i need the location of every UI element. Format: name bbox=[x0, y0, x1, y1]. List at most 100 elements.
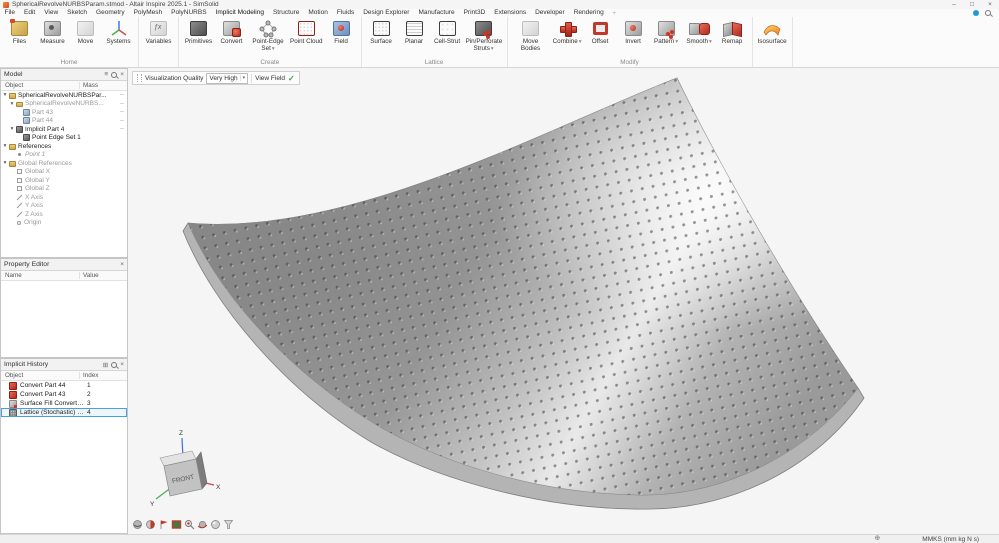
tree-row[interactable]: X Axis bbox=[1, 193, 127, 202]
search-icon[interactable] bbox=[985, 10, 991, 16]
orbit-icon[interactable] bbox=[197, 519, 208, 530]
close-icon[interactable]: × bbox=[120, 261, 124, 268]
axis-icon bbox=[17, 211, 23, 217]
ribbon-group-create: Primitives Convert bbox=[179, 17, 362, 67]
tree-row[interactable]: Z Axis bbox=[1, 210, 127, 219]
planar-lattice-icon bbox=[406, 21, 423, 36]
search-icon[interactable] bbox=[111, 362, 117, 368]
plane-checkbox-icon[interactable] bbox=[17, 169, 22, 174]
tree-row[interactable]: Global Y bbox=[1, 176, 127, 185]
menu-rendering[interactable]: Rendering bbox=[569, 9, 608, 17]
tree-row[interactable]: Point 1 bbox=[1, 151, 127, 160]
ribbon-measure-button[interactable]: Measure bbox=[36, 18, 69, 58]
model-3d-view[interactable] bbox=[128, 68, 999, 534]
menu-extensions[interactable]: Extensions bbox=[490, 9, 531, 17]
tree-row[interactable]: Global Z bbox=[1, 185, 127, 194]
menu-design-explorer[interactable]: Design Explorer bbox=[359, 9, 414, 17]
shaded-sphere-icon[interactable] bbox=[210, 519, 221, 530]
expander-icon[interactable]: ▾ bbox=[2, 160, 8, 166]
drag-handle[interactable] bbox=[137, 74, 142, 82]
tree-row[interactable]: ▾ References bbox=[1, 142, 127, 151]
ribbon-field-button[interactable]: Field bbox=[325, 18, 358, 58]
magnifier-icon[interactable] bbox=[184, 519, 195, 530]
tree-row[interactable]: Point Edge Set 1 bbox=[1, 134, 127, 143]
menu-geometry[interactable]: Geometry bbox=[92, 9, 130, 17]
ribbon-move-button[interactable]: Move bbox=[69, 18, 102, 58]
ribbon-point-cloud-button[interactable]: Point Cloud bbox=[288, 18, 325, 58]
expander-icon[interactable]: ▾ bbox=[2, 92, 8, 98]
ribbon-files-button[interactable]: Files bbox=[3, 18, 36, 58]
account-icon[interactable] bbox=[973, 10, 979, 16]
ribbon-pin-perforate-struts-button[interactable]: Pin/Perforate Struts▾ bbox=[464, 18, 504, 58]
unit-system[interactable]: MMKS (mm kg N s) bbox=[922, 536, 979, 543]
menu-motion[interactable]: Motion bbox=[304, 9, 333, 17]
ribbon-convert-button[interactable]: Convert bbox=[215, 18, 248, 58]
expander-icon[interactable]: ▾ bbox=[9, 101, 15, 107]
close-icon[interactable]: × bbox=[120, 71, 124, 78]
3d-viewport[interactable]: Visualization Quality Very High ▾ View F… bbox=[128, 68, 999, 534]
ribbon-smooth-button[interactable]: Smooth▾ bbox=[683, 18, 716, 58]
ribbon-variables-button[interactable]: Variables bbox=[142, 18, 175, 58]
maximize-button[interactable]: □ bbox=[963, 0, 981, 9]
ribbon-primitives-button[interactable]: Primitives bbox=[182, 18, 215, 58]
tree-row[interactable]: ▾ Global References bbox=[1, 159, 127, 168]
search-icon[interactable] bbox=[111, 72, 117, 78]
expander-icon[interactable]: ▾ bbox=[9, 126, 15, 132]
close-icon[interactable]: × bbox=[120, 361, 124, 368]
tree-row[interactable]: Part 43 -- bbox=[1, 108, 127, 117]
add-tab-icon[interactable]: + bbox=[608, 10, 620, 17]
minimize-button[interactable]: – bbox=[945, 0, 963, 9]
history-row[interactable]: Surface Fill Converted Part 44 3 bbox=[1, 399, 127, 408]
history-row[interactable]: Convert Part 44 1 bbox=[1, 381, 127, 390]
menu-file[interactable]: File bbox=[0, 9, 19, 17]
lattice-icon bbox=[9, 409, 17, 417]
ribbon-planar-button[interactable]: Planar bbox=[398, 18, 431, 58]
menu-view[interactable]: View bbox=[40, 9, 63, 17]
half-red-sphere-icon[interactable] bbox=[145, 519, 156, 530]
plane-checkbox-icon[interactable] bbox=[17, 178, 22, 183]
ribbon-cell-strut-button[interactable]: Cell-Strut bbox=[431, 18, 464, 58]
red-flag-icon[interactable] bbox=[158, 519, 169, 530]
ribbon-offset-button[interactable]: Offset bbox=[584, 18, 617, 58]
red-box-icon[interactable] bbox=[171, 519, 182, 530]
tree-row[interactable]: Origin bbox=[1, 219, 127, 228]
menu-polymesh[interactable]: PolyMesh bbox=[129, 9, 167, 17]
ribbon-systems-button[interactable]: Systems bbox=[102, 18, 135, 58]
plane-checkbox-icon[interactable] bbox=[17, 186, 22, 191]
ribbon-point-edge-set-button[interactable]: Point-Edge Set▾ bbox=[248, 18, 288, 58]
ribbon-move-bodies-button[interactable]: Move Bodies bbox=[511, 18, 551, 58]
tree-row[interactable]: Global X bbox=[1, 168, 127, 177]
ribbon-combine-button[interactable]: Combine▾ bbox=[551, 18, 584, 58]
filter-funnel-icon[interactable] bbox=[223, 519, 234, 530]
menu-manufacture[interactable]: Manufacture bbox=[414, 9, 459, 17]
tree-row[interactable]: ▾ SphericalRevolveNURBSPar... -- bbox=[1, 91, 127, 100]
tree-row[interactable]: Y Axis bbox=[1, 202, 127, 211]
menu-fluids[interactable]: Fluids bbox=[332, 9, 358, 17]
ribbon-surface-button[interactable]: Surface bbox=[365, 18, 398, 58]
tree-row[interactable]: ▾ SphericalRevolveNURBS... -- bbox=[1, 100, 127, 109]
remap-icon bbox=[724, 22, 741, 35]
ribbon-invert-button[interactable]: Invert bbox=[617, 18, 650, 58]
tree-row[interactable]: ▾ Implicit Part 4 -- bbox=[1, 125, 127, 134]
expander-icon[interactable]: ▾ bbox=[2, 143, 8, 149]
grid-options-icon[interactable]: ⊞ bbox=[103, 361, 108, 369]
view-cube-triad[interactable]: FRONT Z X Y bbox=[144, 426, 224, 510]
ribbon-isosurface-button[interactable]: Isosurface bbox=[756, 18, 789, 58]
ribbon-remap-button[interactable]: Remap bbox=[716, 18, 749, 58]
tree-row[interactable]: Part 44 -- bbox=[1, 117, 127, 126]
menu-structure[interactable]: Structure bbox=[268, 9, 303, 17]
menu-print3d[interactable]: Print3D bbox=[459, 9, 490, 17]
visualization-quality-dropdown[interactable]: Very High ▾ bbox=[206, 73, 248, 84]
history-row-selected[interactable]: Lattice (Stochastic) Point Edg... 4 bbox=[1, 408, 127, 417]
close-button[interactable]: × bbox=[981, 0, 999, 9]
sphere-arrow-icon[interactable] bbox=[132, 519, 143, 530]
ribbon-pattern-button[interactable]: Pattern▾ bbox=[650, 18, 683, 58]
units-crosshair-icon[interactable]: ⊕ bbox=[874, 535, 880, 543]
list-options-icon[interactable]: ≡ bbox=[104, 71, 108, 78]
menu-polynurbs[interactable]: PolyNURBS bbox=[167, 9, 211, 17]
menu-sketch[interactable]: Sketch bbox=[63, 9, 92, 17]
menu-developer[interactable]: Developer bbox=[531, 9, 570, 17]
view-field-check-icon[interactable]: ✓ bbox=[288, 74, 295, 83]
menu-edit[interactable]: Edit bbox=[19, 9, 39, 17]
history-row[interactable]: Convert Part 43 2 bbox=[1, 390, 127, 399]
